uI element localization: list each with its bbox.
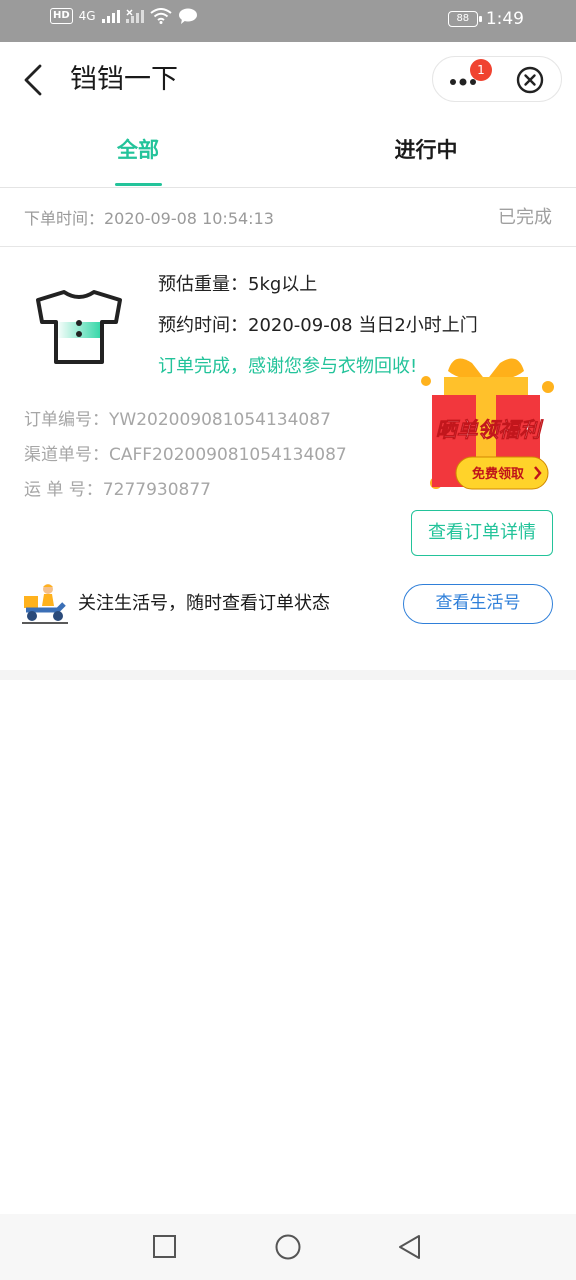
wifi-icon [149,8,172,24]
recent-apps-icon[interactable] [150,1232,180,1262]
mini-program-capsule: 1 [432,56,562,102]
follow-prompt: 关注生活号，随时查看订单状态 [78,593,330,614]
view-order-detail-button[interactable]: 查看订单详情 [411,510,553,556]
network-label: 4G [78,9,96,23]
signal-icon [101,10,120,23]
status-left: HD 4G [50,8,198,24]
chat-bubble-icon [178,8,197,24]
back-arrow-icon[interactable] [20,62,50,98]
gift-promo-banner[interactable]: 晒单领福利 免费领取 [414,355,562,497]
tab-in-progress[interactable]: 进行中 [326,134,526,166]
order-status: 已完成 [498,207,552,228]
waybill-number: 运 单 号：7277930877 [24,480,211,500]
view-life-account-button[interactable]: 查看生活号 [403,584,553,624]
tab-all[interactable]: 全部 [38,134,238,166]
active-tab-indicator [115,183,162,186]
nav-back-icon[interactable] [395,1232,425,1262]
status-right: 88 1:49 [447,9,524,29]
notification-badge: 1 [470,59,492,81]
completion-message: 订单完成，感谢您参与衣物回收! [158,356,418,377]
home-icon[interactable] [273,1232,303,1262]
hd-icon: HD [50,8,73,24]
section-divider [0,670,576,680]
promo-button: 免费领取 [472,466,525,482]
tshirt-icon [36,290,122,364]
signal-no-sim-icon [125,9,144,23]
order-header: 下单时间：2020-09-08 10:54:13 已完成 [0,189,576,247]
order-number: 订单编号：YW202009081054134087 [24,410,331,430]
courier-scooter-icon [22,584,68,624]
estimated-weight: 预估重量：5kg以上 [158,274,318,295]
order-time: 下单时间：2020-09-08 10:54:13 [24,209,274,228]
close-circle-icon[interactable] [516,66,544,94]
status-bar: HD 4G 88 1:49 [0,0,576,42]
page-title: 铛铛一下 [70,64,178,95]
appointment-time: 预约时间：2020-09-08 当日2小时上门 [158,315,478,336]
app-header: 铛铛一下 1 [0,42,576,118]
channel-number: 渠道单号：CAFF202009081054134087 [24,445,347,465]
clock: 1:49 [485,9,524,29]
system-nav-bar [0,1214,576,1280]
battery-icon: 88 [447,11,482,27]
order-tabs: 全部 进行中 [0,118,576,188]
promo-title: 晒单领福利 [436,418,544,442]
